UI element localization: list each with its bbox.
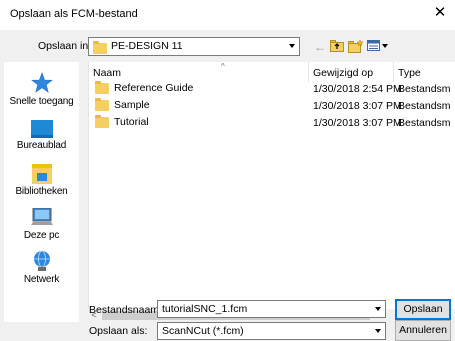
sort-ascending-icon: ^ <box>221 62 225 71</box>
network-icon <box>31 250 53 272</box>
file-name-cell: Sample <box>95 97 150 111</box>
folder-icon <box>95 80 109 94</box>
save-dialog: Opslaan in: PE-DESIGN 11 ← Snelle toegan… <box>0 30 455 341</box>
file-name: Tutorial <box>114 116 149 128</box>
filetype-label: Opslaan als: <box>89 325 148 337</box>
folder-icon <box>95 97 109 111</box>
folder-icon <box>93 41 107 54</box>
place-quick-access[interactable]: Snelle toegang <box>4 72 79 107</box>
file-name: Sample <box>114 99 150 111</box>
table-row[interactable]: Sample 1/30/2018 3:07 PM Bestandsm <box>89 97 455 114</box>
place-this-pc[interactable]: Deze pc <box>4 207 79 241</box>
place-label: Bibliotheken <box>15 186 68 197</box>
column-header-name[interactable]: Naam ^ <box>89 62 309 82</box>
save-button[interactable]: Opslaan <box>395 299 451 320</box>
filename-input[interactable]: tutorialSNC_1.fcm <box>157 300 386 318</box>
column-header-label: Naam <box>93 67 122 79</box>
file-type: Bestandsm <box>398 100 451 112</box>
up-folder-icon[interactable] <box>330 40 344 54</box>
filetype-value: ScanNCut (*.fcm) <box>162 325 244 337</box>
file-name-cell: Tutorial <box>95 114 149 128</box>
file-modified: 1/30/2018 3:07 PM <box>313 117 402 129</box>
chevron-down-icon[interactable] <box>371 324 384 338</box>
place-network[interactable]: Netwerk <box>4 250 79 285</box>
folder-icon <box>95 114 109 128</box>
cancel-button[interactable]: Annuleren <box>395 320 451 341</box>
column-header-label: Type <box>398 67 421 79</box>
file-type: Bestandsm <box>398 83 451 95</box>
desktop-icon <box>30 120 53 138</box>
place-libraries[interactable]: Bibliotheken <box>4 164 79 197</box>
place-label: Netwerk <box>23 274 60 285</box>
table-row[interactable]: Tutorial 1/30/2018 3:07 PM Bestandsm <box>89 114 455 131</box>
location-label: Opslaan in: <box>38 40 92 52</box>
chevron-down-icon[interactable] <box>285 39 298 53</box>
new-folder-icon[interactable] <box>348 39 364 54</box>
star-icon <box>30 72 53 94</box>
place-label: Deze pc <box>23 230 60 241</box>
computer-icon <box>30 207 53 228</box>
filetype-dropdown[interactable]: ScanNCut (*.fcm) <box>157 322 386 340</box>
filename-label: Bestandsnaam: <box>89 304 162 316</box>
file-name: Reference Guide <box>114 82 194 94</box>
window-title: Opslaan als FCM-bestand <box>10 8 138 20</box>
column-header-modified[interactable]: Gewijzigd op <box>309 62 394 82</box>
place-label: Snelle toegang <box>9 96 74 107</box>
places-sidebar: Snelle toegang Bureaublad Bibliotheken D… <box>4 62 79 322</box>
place-desktop[interactable]: Bureaublad <box>4 120 79 151</box>
file-modified: 1/30/2018 3:07 PM <box>313 100 402 112</box>
file-list: Naam ^ Gewijzigd op Type Reference Guide… <box>88 62 455 322</box>
view-menu-icon[interactable] <box>367 40 389 54</box>
close-icon[interactable]: ✕ <box>433 5 447 21</box>
title-bar: Opslaan als FCM-bestand ✕ <box>0 0 455 30</box>
chevron-down-icon[interactable] <box>371 302 384 316</box>
file-type: Bestandsm <box>398 117 451 129</box>
location-dropdown[interactable]: PE-DESIGN 11 <box>88 37 300 56</box>
file-name-cell: Reference Guide <box>95 80 194 94</box>
column-header-label: Gewijzigd op <box>313 67 374 79</box>
table-row[interactable]: Reference Guide 1/30/2018 2:54 PM Bestan… <box>89 80 455 97</box>
back-icon[interactable]: ← <box>314 40 326 54</box>
file-modified: 1/30/2018 2:54 PM <box>313 83 402 95</box>
library-icon <box>31 164 53 184</box>
location-value: PE-DESIGN 11 <box>111 40 183 52</box>
column-header-type[interactable]: Type <box>394 62 455 82</box>
filename-value: tutorialSNC_1.fcm <box>162 303 248 315</box>
place-label: Bureaublad <box>16 140 67 151</box>
